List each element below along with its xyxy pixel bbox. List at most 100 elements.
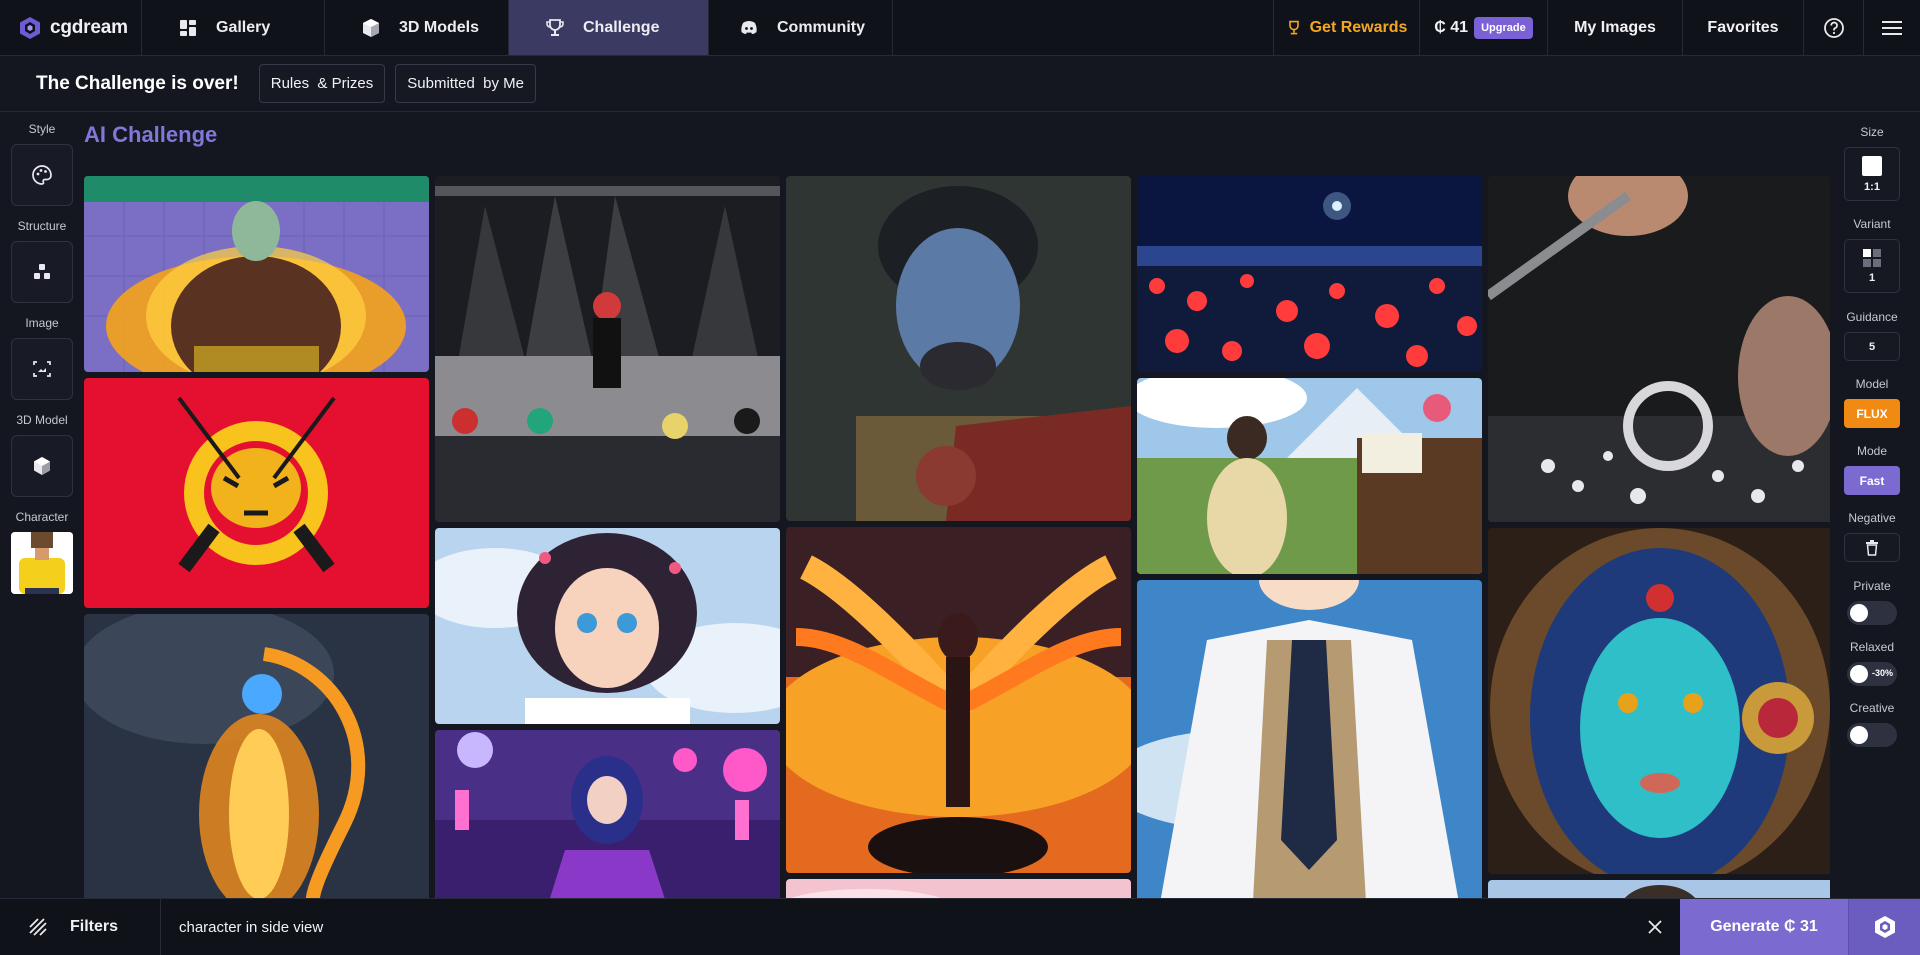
model-selector-chip[interactable]: FLUX xyxy=(1844,399,1900,428)
gallery-image-diamond-ring[interactable] xyxy=(1488,176,1830,522)
relaxed-discount-badge: -30% xyxy=(1871,668,1893,678)
3d-model-label: 3D Model xyxy=(16,413,68,427)
upgrade-button[interactable]: Upgrade xyxy=(1474,16,1533,39)
help-icon xyxy=(1823,17,1844,38)
tab-3d-models[interactable]: 3D Models xyxy=(325,0,509,55)
image-group: Image xyxy=(11,316,73,400)
page-title: AI Challenge xyxy=(84,122,218,147)
top-navigation: cgdream Gallery 3D Models Challenge Comm… xyxy=(0,0,1920,56)
hamburger-menu-button[interactable] xyxy=(1863,0,1920,55)
creative-group: Creative xyxy=(1830,701,1914,747)
toggle-knob xyxy=(1850,665,1868,683)
challenge-gallery xyxy=(84,176,1830,898)
get-rewards-button[interactable]: Get Rewards xyxy=(1273,0,1419,55)
private-group: Private xyxy=(1830,579,1914,625)
guidance-value-field[interactable]: 5 xyxy=(1844,332,1900,361)
favorites-link[interactable]: Favorites xyxy=(1682,0,1803,55)
gallery-image-tiger-emblem[interactable] xyxy=(84,378,429,608)
gallery-image-poppy-field[interactable] xyxy=(1137,176,1482,372)
prompt-input[interactable] xyxy=(179,918,1179,936)
tab-challenge-label: Challenge xyxy=(583,18,660,36)
private-label: Private xyxy=(1853,579,1891,593)
gallery-image-concert-stage[interactable] xyxy=(435,176,780,522)
structure-icon xyxy=(34,264,50,279)
trophy-icon xyxy=(546,18,564,36)
model-label: Model xyxy=(1855,377,1889,391)
3d-model-button[interactable] xyxy=(11,435,73,497)
filters-button[interactable]: Filters xyxy=(0,899,161,955)
trophy-icon xyxy=(1288,20,1299,34)
gallery-image-blue-warrior[interactable] xyxy=(786,176,1131,521)
toggle-knob xyxy=(1850,604,1868,622)
tab-3d-models-label: 3D Models xyxy=(399,18,480,36)
tab-gallery[interactable]: Gallery xyxy=(142,0,325,55)
structure-button[interactable] xyxy=(11,241,73,303)
tab-challenge[interactable]: Challenge xyxy=(509,0,709,55)
filters-icon xyxy=(29,918,47,936)
rules-prizes-button[interactable]: Rules & Prizes xyxy=(258,64,386,103)
cgdream-logo-icon xyxy=(20,16,40,39)
gallery-image-cyber-goddess[interactable] xyxy=(1488,528,1830,874)
discord-icon xyxy=(741,20,757,34)
variant-value: 1 xyxy=(1868,272,1876,284)
generate-button[interactable]: Generate ₵ 31 xyxy=(1680,899,1848,955)
generate-options-button[interactable] xyxy=(1848,899,1920,955)
private-toggle[interactable] xyxy=(1847,601,1897,625)
model-group: Model FLUX xyxy=(1830,377,1914,428)
variant-grid-icon xyxy=(1863,249,1881,267)
prompt-area xyxy=(161,899,1630,955)
style-group: Style xyxy=(11,122,73,206)
gallery-image-anime-doctor[interactable] xyxy=(1137,580,1482,898)
credits-balance[interactable]: ₵ 41 Upgrade xyxy=(1419,0,1547,55)
grid-icon xyxy=(180,19,196,36)
my-images-link[interactable]: My Images xyxy=(1547,0,1682,55)
mode-title: Mode xyxy=(1856,444,1888,458)
character-avatar-image xyxy=(11,532,73,594)
negative-label: Negative xyxy=(1848,511,1896,525)
trash-icon xyxy=(1866,539,1878,556)
negative-group: Negative xyxy=(1830,511,1914,562)
help-button[interactable] xyxy=(1803,0,1863,55)
submitted-by-me-button[interactable]: Submitted by Me xyxy=(395,64,536,103)
guidance-label: Guidance xyxy=(1846,310,1898,324)
negative-prompt-button[interactable] xyxy=(1844,533,1900,562)
relaxed-group: Relaxed -30% xyxy=(1830,640,1914,686)
gallery-image-anime-girl-hearts[interactable] xyxy=(435,528,780,724)
size-group: Size 1:1 xyxy=(1830,125,1914,201)
gallery-image-fire-spirit[interactable] xyxy=(84,614,429,898)
variant-selector[interactable]: 1 xyxy=(1844,239,1900,293)
gallery-image-piano-girl[interactable] xyxy=(1137,378,1482,574)
left-tool-rail: Style Structure Image 3D Model Character xyxy=(0,113,82,898)
creative-toggle[interactable] xyxy=(1847,723,1897,747)
structure-label: Structure xyxy=(17,219,67,233)
palette-icon xyxy=(32,165,52,185)
cube-icon xyxy=(363,18,379,37)
character-group: Character xyxy=(11,510,73,594)
brand-logo-link[interactable]: cgdream xyxy=(0,0,142,55)
tab-gallery-label: Gallery xyxy=(216,18,271,36)
gallery-image-demon-fire[interactable] xyxy=(84,176,429,372)
mode-group: Fast Mode Fast xyxy=(1830,444,1914,495)
relaxed-label: Relaxed xyxy=(1849,640,1895,654)
size-selector[interactable]: 1:1 xyxy=(1844,147,1900,201)
character-thumbnail[interactable] xyxy=(11,532,73,594)
tab-community[interactable]: Community xyxy=(709,0,893,55)
gallery-image-partial-clouds[interactable] xyxy=(1488,880,1830,898)
get-rewards-label: Get Rewards xyxy=(1309,18,1408,36)
square-aspect-icon xyxy=(1862,155,1882,176)
relaxed-toggle[interactable]: -30% xyxy=(1847,662,1897,686)
image-upload-button[interactable] xyxy=(11,338,73,400)
creative-label: Creative xyxy=(1849,701,1895,715)
clear-prompt-button[interactable] xyxy=(1630,899,1680,955)
style-button[interactable] xyxy=(11,144,73,206)
gallery-image-neon-princess[interactable] xyxy=(435,730,780,898)
right-settings-rail: Size 1:1 Variant 1 Guidance 5 Model FLUX… xyxy=(1830,113,1920,898)
mode-selector-chip[interactable]: Fast xyxy=(1844,466,1900,495)
structure-group: Structure xyxy=(11,219,73,303)
gallery-image-phoenix-woman[interactable] xyxy=(786,527,1131,873)
cgdream-logo-icon xyxy=(1874,916,1895,938)
gallery-image-partial-sky[interactable] xyxy=(786,879,1131,898)
image-label: Image xyxy=(25,316,59,330)
brand-name: cgdream xyxy=(50,16,128,38)
